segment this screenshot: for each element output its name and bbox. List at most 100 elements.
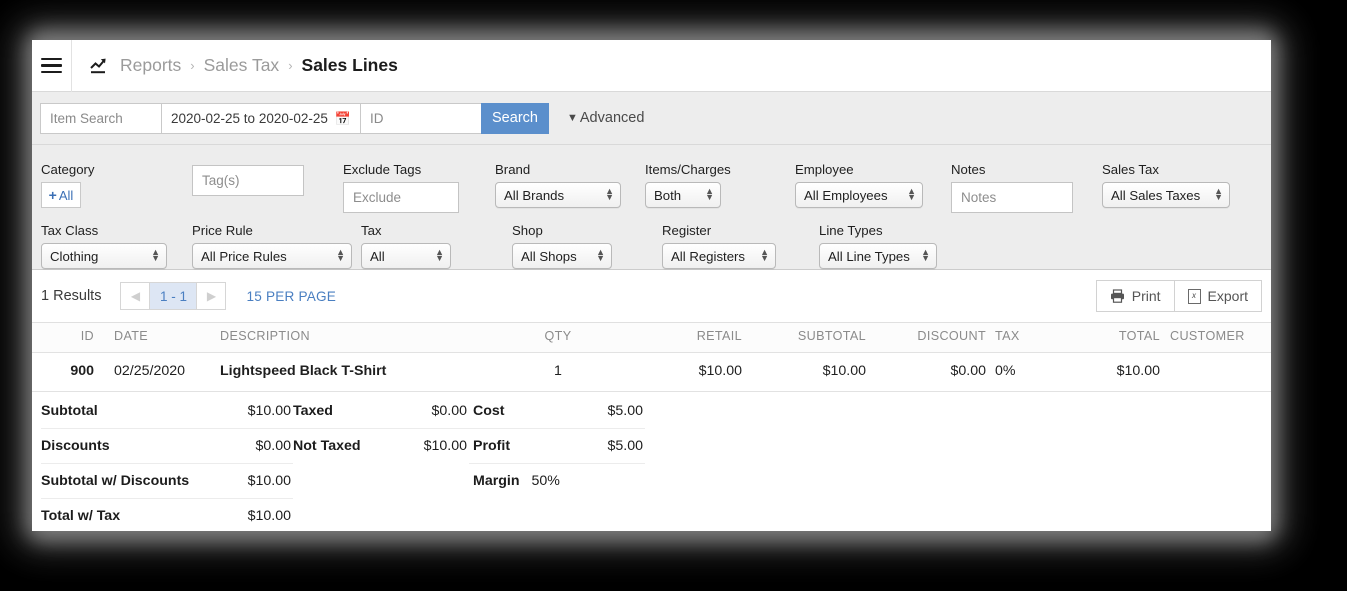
summary-value: $0.00 [255,438,291,454]
plus-icon: + [48,187,57,203]
breadcrumb-item-reports[interactable]: Reports [120,55,181,76]
print-button[interactable]: Print [1095,280,1175,312]
filter-tax-class: Tax Class Clothing ▲ ▼ [41,223,167,269]
summary-key: Taxed [293,403,333,419]
breadcrumb-separator: › [190,58,195,73]
price-rule-select[interactable]: All Price Rules ▲ ▼ [192,243,352,269]
export-label: Export [1207,288,1248,304]
calendar-icon: 📅 [334,110,351,126]
col-header-description[interactable]: DESCRIPTION [220,323,482,353]
summary-key: Total w/ Tax [41,508,121,524]
filter-label-tax-class: Tax Class [41,223,99,238]
summary-value: $0.00 [431,403,467,419]
col-header-retail[interactable]: RETAIL [634,323,742,353]
chevron-updown-icon: ▲ ▼ [605,186,614,202]
brand-select[interactable]: All Brands ▲ ▼ [495,182,621,208]
cell-qty: 1 [482,352,634,392]
item-search-input[interactable]: Item Search [40,102,162,134]
summary-key: Not Taxed [293,438,361,454]
register-select[interactable]: All Registers ▲ ▼ [662,243,776,269]
results-count: 1 Results [41,288,102,304]
sales-tax-select[interactable]: All Sales Taxes ▲ ▼ [1102,182,1230,208]
summary-value: $10.00 [247,403,291,419]
col-header-tax[interactable]: TAX [986,323,1056,353]
printer-icon [1110,289,1125,303]
cell-retail: $10.00 [634,352,742,392]
filter-label-tax: Tax [361,223,382,238]
summary-value: $5.00 [607,438,643,454]
export-button[interactable]: x Export [1173,280,1262,312]
filter-notes: Notes Notes [951,162,1073,213]
pagination-next-button[interactable]: ▶ [196,282,227,310]
per-page-link[interactable]: 15 PER PAGE [246,289,336,304]
col-header-qty[interactable]: QTY [482,323,634,353]
summary-key: Subtotal w/ Discounts [41,473,190,489]
filter-label-brand: Brand [495,162,531,177]
col-header-subtotal[interactable]: SUBTOTAL [742,323,866,353]
filter-price-rule: Price Rule All Price Rules ▲ ▼ [192,223,352,269]
summary-row: Profit $5.00 [469,429,645,464]
summary-row: Total w/ Tax $10.00 [41,499,293,531]
table-row[interactable]: 900 02/25/2020 Lightspeed Black T-Shirt … [32,352,1271,392]
shop-select[interactable]: All Shops ▲ ▼ [512,243,612,269]
cell-tax: 0% [986,352,1056,392]
exclude-tags-input[interactable]: Exclude [343,182,459,213]
hamburger-icon [41,58,62,74]
summary-key: Margin [473,473,520,489]
chevron-updown-icon: ▲ ▼ [760,247,769,263]
cell-description[interactable]: Lightspeed Black T-Shirt [220,352,482,392]
date-range-value: 2020-02-25 to 2020-02-25 [171,110,328,126]
col-header-customer[interactable]: CUSTOMER [1160,323,1271,353]
summary-key: Subtotal [41,403,98,419]
col-header-id[interactable]: ID [32,323,100,353]
line-types-select-value: All Line Types [828,248,910,264]
category-all-button[interactable]: + All [41,182,81,208]
toolbar-actions: Print x Export [1095,280,1262,312]
filter-tags: Tag(s) [192,165,304,196]
col-header-total[interactable]: TOTAL [1056,323,1160,353]
top-bar: Reports › Sales Tax › Sales Lines [32,40,1271,92]
sales-tax-select-value: All Sales Taxes [1111,187,1201,203]
line-chart-icon [90,57,109,74]
pagination-prev-button[interactable]: ◀ [120,282,151,310]
notes-input[interactable]: Notes [951,182,1073,213]
menu-button[interactable] [32,40,72,92]
filter-category: Category + All [41,162,95,208]
col-header-date[interactable]: DATE [100,323,220,353]
filter-label-employee: Employee [795,162,854,177]
filter-label-exclude-tags: Exclude Tags [343,162,422,177]
items-charges-select-value: Both [654,187,682,203]
tax-class-select[interactable]: Clothing ▲ ▼ [41,243,167,269]
breadcrumb-item-sales-tax[interactable]: Sales Tax [204,55,280,76]
page-title: Sales Lines [301,55,398,75]
cell-total: $10.00 [1056,352,1160,392]
breadcrumb: Reports › Sales Tax › Sales Lines [72,55,398,76]
cell-discount: $0.00 [866,352,986,392]
employee-select[interactable]: All Employees ▲ ▼ [795,182,923,208]
pagination-current-page[interactable]: 1 - 1 [149,282,198,310]
tax-select[interactable]: All ▲ ▼ [361,243,451,269]
line-types-select[interactable]: All Line Types ▲ ▼ [819,243,937,269]
col-header-discount[interactable]: DISCOUNT [866,323,986,353]
items-charges-select[interactable]: Both ▲ ▼ [645,182,721,208]
summary-column-profit: Cost $5.00 Profit $5.00 Margin 50% [469,394,645,531]
cell-id[interactable]: 900 [32,352,100,392]
filter-line-types: Line Types All Line Types ▲ ▼ [819,223,937,269]
sales-lines-table: ID DATE DESCRIPTION QTY RETAIL SUBTOTAL … [32,323,1271,392]
filter-label-sales-tax: Sales Tax [1102,162,1159,177]
filter-label-items-charges: Items/Charges [645,162,731,177]
filter-label-price-rule: Price Rule [192,223,253,238]
chevron-updown-icon: ▲ ▼ [596,247,605,263]
id-search-input[interactable]: ID [360,102,482,134]
chevron-updown-icon: ▲ ▼ [435,247,444,263]
category-all-label: All [58,187,74,203]
date-range-input[interactable]: 2020-02-25 to 2020-02-25 📅 [161,102,361,134]
tags-input[interactable]: Tag(s) [192,165,304,196]
summary-row: Subtotal $10.00 [41,394,293,429]
summary-row: Margin 50% [469,464,645,498]
summary-row: Cost $5.00 [469,394,645,429]
search-button[interactable]: Search [481,102,549,134]
advanced-toggle[interactable]: ▼ Advanced [567,110,644,126]
chevron-updown-icon: ▲ ▼ [705,186,714,202]
chevron-down-icon: ▼ [567,112,578,124]
